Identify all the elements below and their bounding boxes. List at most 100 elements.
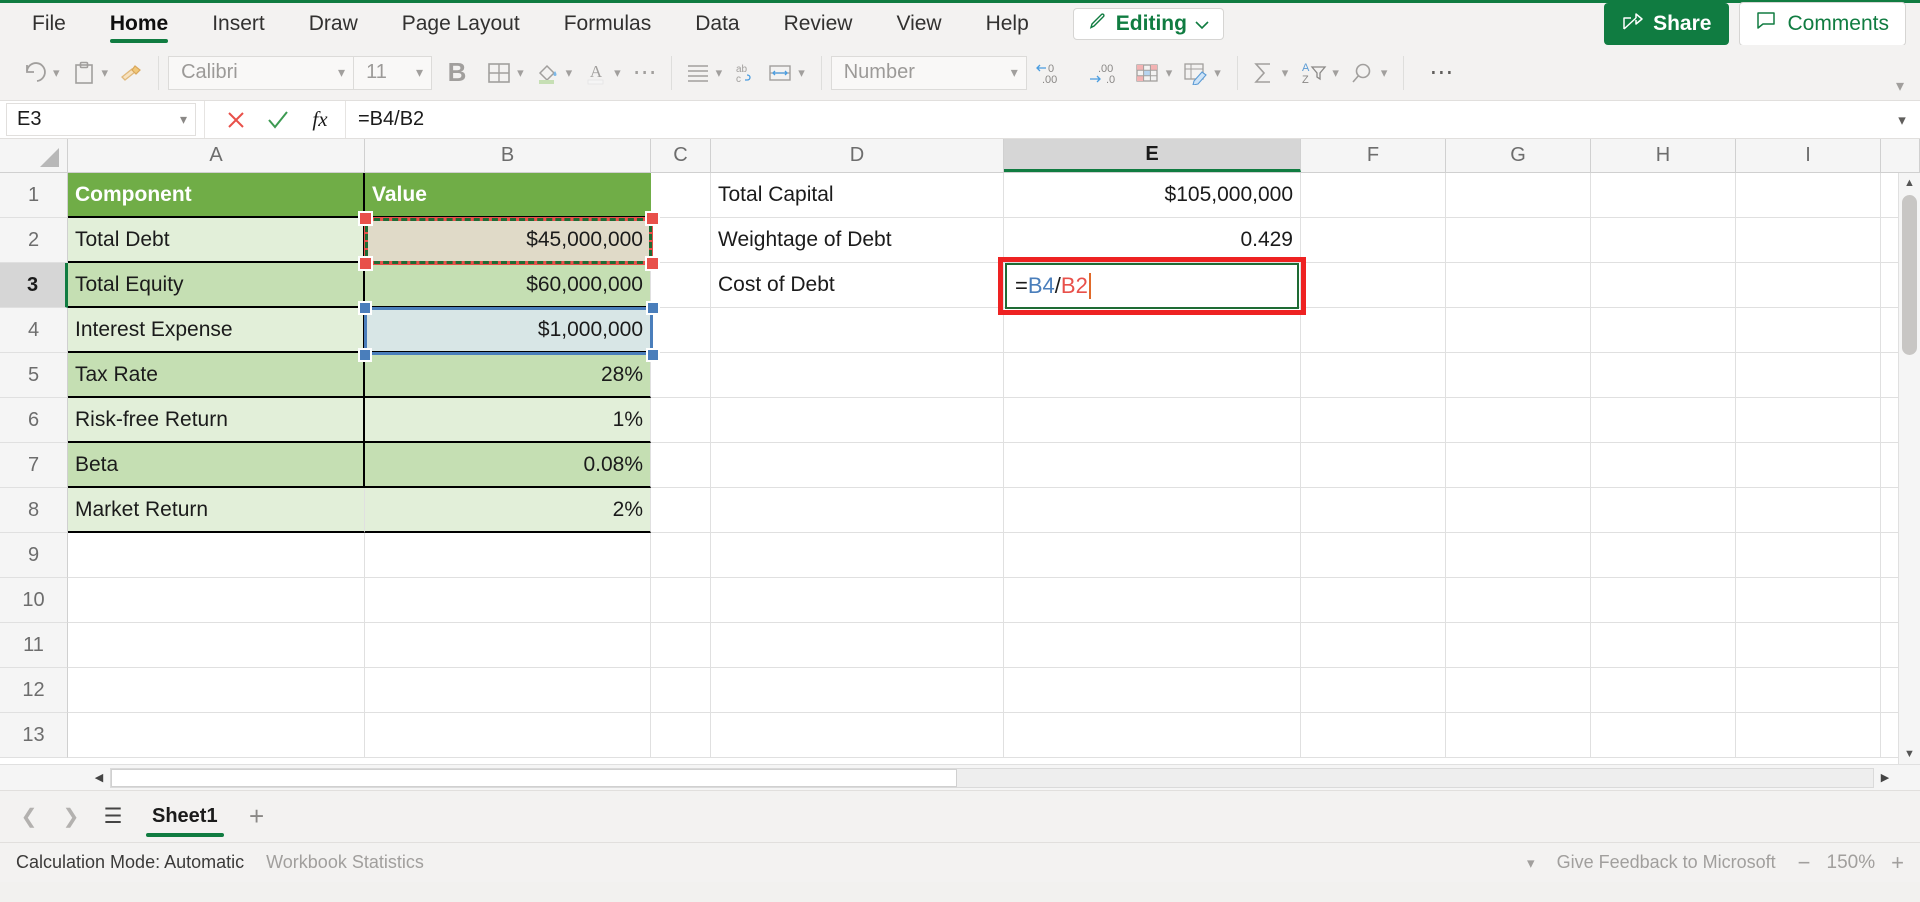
cell-a6[interactable]: Risk-free Return xyxy=(68,398,365,443)
cell-d9[interactable] xyxy=(711,533,1004,578)
cell-c1[interactable] xyxy=(651,173,711,218)
fill-color-dropdown-icon[interactable]: ▾ xyxy=(565,65,580,81)
cell-i8[interactable] xyxy=(1736,488,1881,533)
column-header-g[interactable]: G xyxy=(1446,139,1591,172)
ribbon-tab-insert[interactable]: Insert xyxy=(190,3,287,45)
autosum-dropdown-icon[interactable]: ▾ xyxy=(1281,65,1296,81)
cell-b9[interactable] xyxy=(365,533,651,578)
undo-icon[interactable] xyxy=(18,53,52,93)
cell-f9[interactable] xyxy=(1301,533,1446,578)
merge-cells-dropdown-icon[interactable]: ▾ xyxy=(797,65,812,81)
cell-i12[interactable] xyxy=(1736,668,1881,713)
cell-a2[interactable]: Total Debt xyxy=(68,218,365,263)
cell-g9[interactable] xyxy=(1446,533,1591,578)
confirm-formula-button[interactable] xyxy=(257,102,299,138)
row-header-4[interactable]: 4 xyxy=(0,308,68,353)
borders-dropdown-icon[interactable]: ▾ xyxy=(516,65,531,81)
ribbon-tab-file[interactable]: File xyxy=(10,3,88,45)
cell-c8[interactable] xyxy=(651,488,711,533)
cell-f11[interactable] xyxy=(1301,623,1446,668)
borders-icon[interactable] xyxy=(482,53,516,93)
cell-i4[interactable] xyxy=(1736,308,1881,353)
more-font-options-icon[interactable]: ⋯ xyxy=(628,53,662,93)
cell-i2[interactable] xyxy=(1736,218,1881,263)
ribbon-tab-page-layout[interactable]: Page Layout xyxy=(380,3,542,45)
cell-f4[interactable] xyxy=(1301,308,1446,353)
column-header-a[interactable]: A xyxy=(68,139,365,172)
cell-i11[interactable] xyxy=(1736,623,1881,668)
cell-f7[interactable] xyxy=(1301,443,1446,488)
cell-c11[interactable] xyxy=(651,623,711,668)
cell-c13[interactable] xyxy=(651,713,711,758)
cell-b11[interactable] xyxy=(365,623,651,668)
column-header-h[interactable]: H xyxy=(1591,139,1736,172)
cell-e5[interactable] xyxy=(1004,353,1301,398)
ribbon-tab-formulas[interactable]: Formulas xyxy=(542,3,674,45)
align-icon[interactable] xyxy=(681,53,715,93)
cell-h11[interactable] xyxy=(1591,623,1736,668)
cell-h9[interactable] xyxy=(1591,533,1736,578)
font-color-dropdown-icon[interactable]: ▾ xyxy=(613,65,628,81)
conditional-formatting-dropdown-icon[interactable]: ▾ xyxy=(1165,65,1180,81)
cell-g7[interactable] xyxy=(1446,443,1591,488)
row-header-12[interactable]: 12 xyxy=(0,668,68,713)
cell-a12[interactable] xyxy=(68,668,365,713)
ribbon-tab-review[interactable]: Review xyxy=(762,3,875,45)
cell-e7[interactable] xyxy=(1004,443,1301,488)
cell-c10[interactable] xyxy=(651,578,711,623)
cell-a8[interactable]: Market Return xyxy=(68,488,365,533)
format-painter-icon[interactable] xyxy=(115,53,149,93)
row-header-8[interactable]: 8 xyxy=(0,488,68,533)
ribbon-tab-data[interactable]: Data xyxy=(673,3,761,45)
vertical-scrollbar[interactable]: ▲ ▼ xyxy=(1898,173,1920,764)
cell-f3[interactable] xyxy=(1301,263,1446,308)
cell-g2[interactable] xyxy=(1446,218,1591,263)
select-all-button[interactable] xyxy=(0,139,68,172)
align-dropdown-icon[interactable]: ▾ xyxy=(715,65,730,81)
cell-e10[interactable] xyxy=(1004,578,1301,623)
cell-g6[interactable] xyxy=(1446,398,1591,443)
cell-h7[interactable] xyxy=(1591,443,1736,488)
chevron-down-icon[interactable]: ▾ xyxy=(1527,854,1535,872)
row-header-2[interactable]: 2 xyxy=(0,218,68,263)
autosum-icon[interactable] xyxy=(1247,53,1281,93)
cell-h3[interactable] xyxy=(1591,263,1736,308)
cell-f6[interactable] xyxy=(1301,398,1446,443)
sort-filter-icon[interactable]: AZ xyxy=(1295,53,1331,93)
cell-f12[interactable] xyxy=(1301,668,1446,713)
cell-f2[interactable] xyxy=(1301,218,1446,263)
cell-i3[interactable] xyxy=(1736,263,1881,308)
cell-g10[interactable] xyxy=(1446,578,1591,623)
ribbon-tab-home[interactable]: Home xyxy=(88,3,190,45)
cell-c7[interactable] xyxy=(651,443,711,488)
share-button[interactable]: Share xyxy=(1604,3,1730,45)
cell-h1[interactable] xyxy=(1591,173,1736,218)
cell-f8[interactable] xyxy=(1301,488,1446,533)
cell-c6[interactable] xyxy=(651,398,711,443)
cell-g5[interactable] xyxy=(1446,353,1591,398)
comments-button[interactable]: Comments xyxy=(1739,2,1906,46)
vertical-scroll-thumb[interactable] xyxy=(1902,195,1917,355)
cell-i10[interactable] xyxy=(1736,578,1881,623)
cell-b5[interactable]: 28% xyxy=(365,353,651,398)
horizontal-scrollbar[interactable]: ◀ ▶ xyxy=(0,764,1920,790)
merge-cells-icon[interactable] xyxy=(763,53,797,93)
increase-decimal-icon[interactable]: .00.0 xyxy=(1079,53,1131,93)
cell-g3[interactable] xyxy=(1446,263,1591,308)
cell-a1[interactable]: Component xyxy=(68,173,365,218)
scroll-up-button[interactable]: ▲ xyxy=(1899,173,1920,193)
paste-icon[interactable] xyxy=(67,53,101,93)
horizontal-scroll-thumb[interactable] xyxy=(111,768,957,787)
cell-d4[interactable] xyxy=(711,308,1004,353)
cell-e11[interactable] xyxy=(1004,623,1301,668)
wrap-text-icon[interactable]: ab c xyxy=(729,53,763,93)
format-as-table-dropdown-icon[interactable]: ▾ xyxy=(1213,65,1228,81)
zoom-out-button[interactable]: − xyxy=(1798,850,1811,876)
cell-b4[interactable]: $1,000,000 xyxy=(365,308,651,353)
previous-sheet-button[interactable]: ❮ xyxy=(10,798,48,836)
cell-f1[interactable] xyxy=(1301,173,1446,218)
row-header-9[interactable]: 9 xyxy=(0,533,68,578)
cell-g8[interactable] xyxy=(1446,488,1591,533)
cell-d12[interactable] xyxy=(711,668,1004,713)
cell-h6[interactable] xyxy=(1591,398,1736,443)
